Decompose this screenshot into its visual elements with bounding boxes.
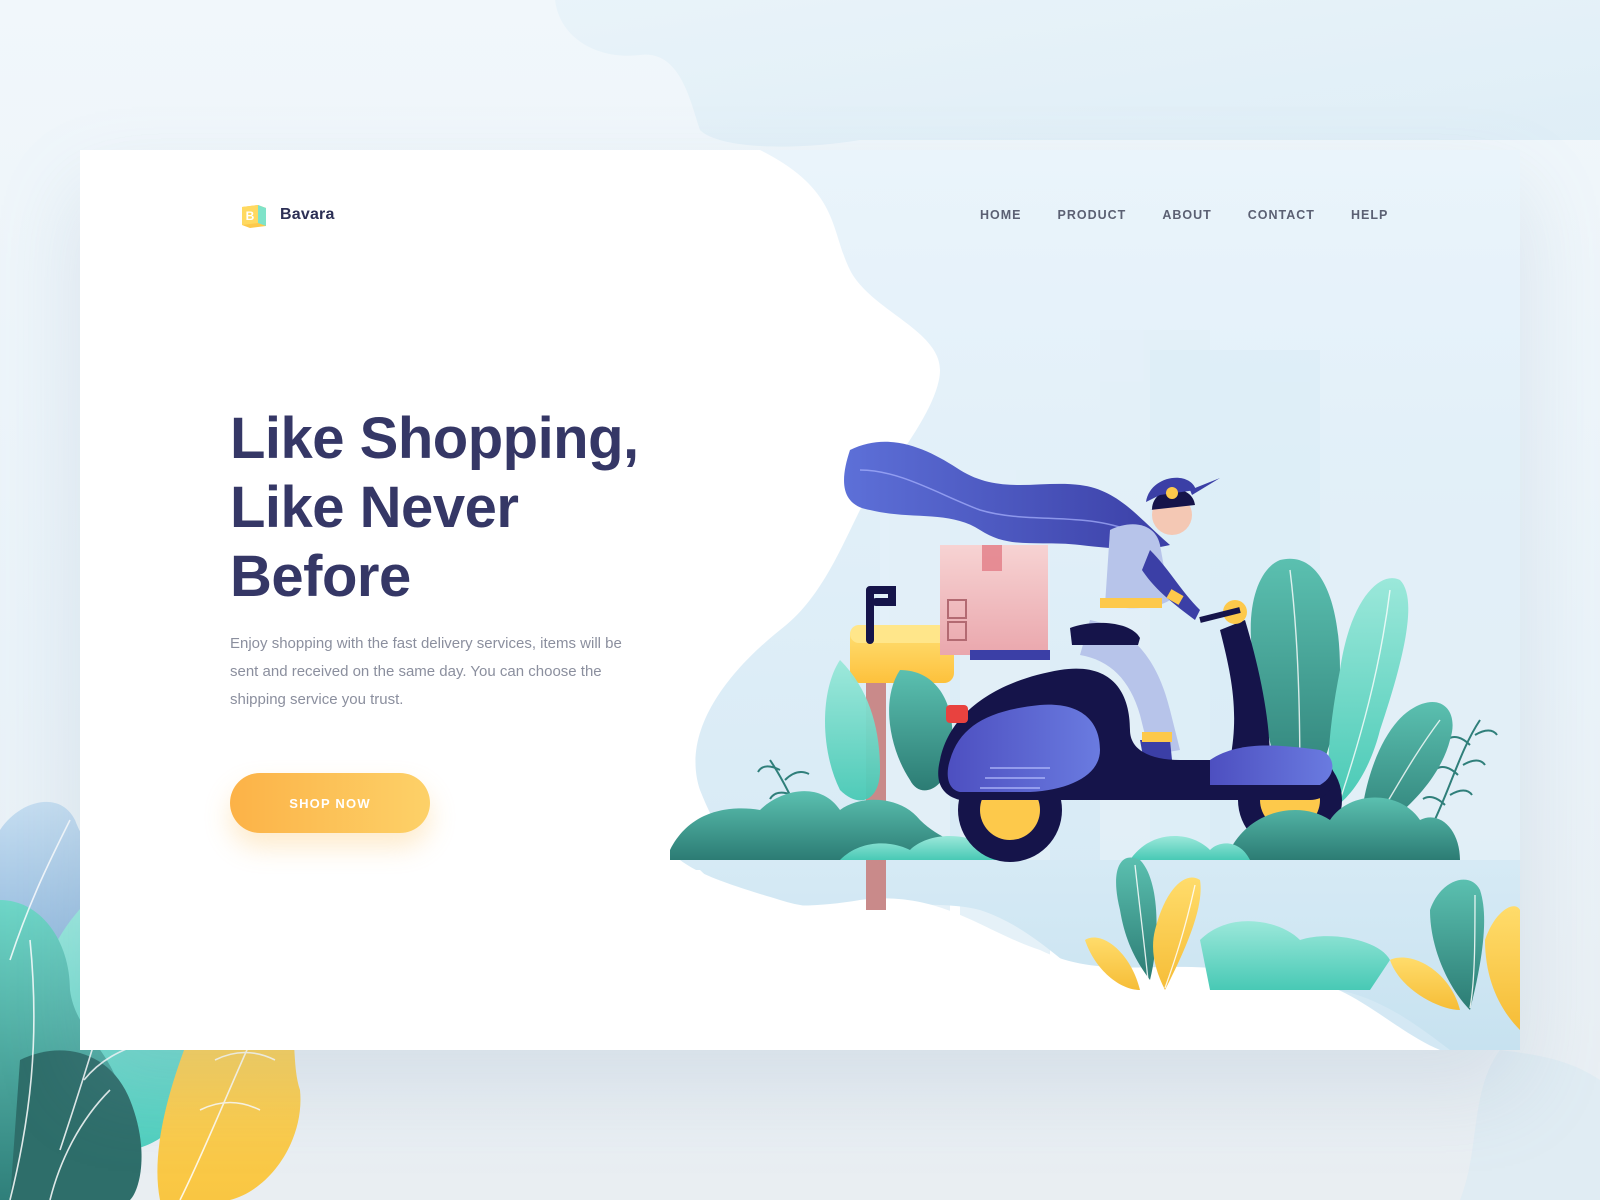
hero-title: Like Shopping, Like Never Before bbox=[230, 404, 710, 611]
nav-home[interactable]: HOME bbox=[980, 208, 1022, 222]
hero-description: Enjoy shopping with the fast delivery se… bbox=[230, 635, 622, 708]
hero-title-line-1: Like Shopping, bbox=[230, 406, 639, 471]
brand-name: Bavara bbox=[280, 206, 335, 223]
nav-about[interactable]: ABOUT bbox=[1162, 208, 1211, 222]
landing-card: B Bavara HOME PRODUCT ABOUT CONTACT HELP… bbox=[80, 150, 1520, 1050]
logo-box-icon: B bbox=[242, 205, 266, 228]
hero-title-line-3: Before bbox=[230, 544, 411, 609]
nav-help[interactable]: HELP bbox=[1351, 208, 1388, 222]
nav-product[interactable]: PRODUCT bbox=[1058, 208, 1127, 222]
brand-logo[interactable]: B Bavara bbox=[238, 199, 335, 231]
hero-title-line-2: Like Never bbox=[230, 475, 519, 540]
nav-contact[interactable]: CONTACT bbox=[1248, 208, 1315, 222]
shop-now-button[interactable]: SHOP NOW bbox=[230, 773, 430, 833]
main-nav: HOME PRODUCT ABOUT CONTACT HELP bbox=[980, 208, 1388, 222]
svg-text:B: B bbox=[246, 209, 255, 223]
